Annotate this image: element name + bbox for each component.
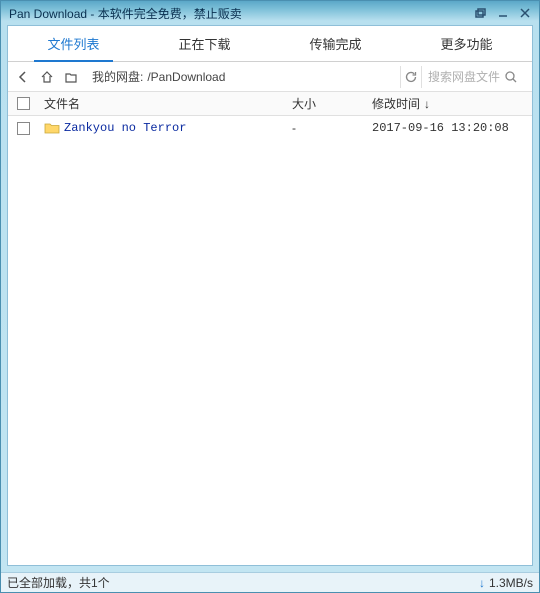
row-name-cell: Zankyou no Terror — [38, 121, 292, 135]
download-arrow-icon: ↓ — [479, 576, 485, 590]
titlebar[interactable]: Pan Download - 本软件完全免费，禁止贩卖 — [1, 1, 539, 25]
speed-value: 1.3MB/s — [489, 576, 533, 590]
sort-desc-icon: ↓ — [424, 97, 430, 111]
row-time: 2017-09-16 13:20:08 — [372, 121, 532, 135]
row-size: - — [292, 121, 372, 135]
select-all-checkbox[interactable] — [17, 97, 30, 110]
search-icon[interactable] — [502, 68, 520, 86]
header-checkbox-cell — [8, 97, 38, 110]
tab-downloading[interactable]: 正在下载 — [139, 26, 270, 61]
row-name[interactable]: Zankyou no Terror — [64, 121, 186, 135]
table-header: 文件名 大小 修改时间 ↓ — [8, 92, 532, 116]
back-button[interactable] — [12, 66, 34, 88]
column-header-name[interactable]: 文件名 — [38, 95, 292, 112]
path-label: 我的网盘: — [92, 68, 143, 85]
column-header-time[interactable]: 修改时间 ↓ — [372, 95, 532, 112]
table-row[interactable]: Zankyou no Terror - 2017-09-16 13:20:08 — [8, 116, 532, 140]
status-text: 已全部加载，共1个 — [7, 574, 479, 591]
search-wrap — [424, 68, 528, 86]
status-speed: ↓ 1.3MB/s — [479, 576, 533, 590]
close-button[interactable] — [515, 5, 535, 21]
path-value: /PanDownload — [147, 70, 225, 84]
refresh-button[interactable] — [400, 66, 422, 88]
titlebar-text: Pan Download - 本软件完全免费，禁止贩卖 — [5, 5, 471, 22]
table-body: Zankyou no Terror - 2017-09-16 13:20:08 — [8, 116, 532, 565]
column-header-size[interactable]: 大小 — [292, 95, 372, 112]
home-button[interactable] — [36, 66, 58, 88]
app-window: Pan Download - 本软件完全免费，禁止贩卖 文件列表 正在下载 传输… — [0, 0, 540, 593]
folder-button[interactable] — [60, 66, 82, 88]
search-input[interactable] — [424, 70, 502, 84]
tab-file-list[interactable]: 文件列表 — [8, 26, 139, 61]
titlebar-controls — [471, 5, 535, 21]
toolbar: 我的网盘: /PanDownload — [8, 62, 532, 92]
row-checkbox-cell — [8, 122, 38, 135]
minimize-button[interactable] — [493, 5, 513, 21]
folder-icon — [44, 121, 60, 135]
content-area: 文件列表 正在下载 传输完成 更多功能 我的网盘: /PanDownload — [7, 25, 533, 566]
tab-bar: 文件列表 正在下载 传输完成 更多功能 — [8, 26, 532, 62]
tab-more[interactable]: 更多功能 — [401, 26, 532, 61]
row-checkbox[interactable] — [17, 122, 30, 135]
restore-button[interactable] — [471, 5, 491, 21]
tab-completed[interactable]: 传输完成 — [270, 26, 401, 61]
column-header-time-label: 修改时间 — [372, 95, 420, 112]
statusbar: 已全部加载，共1个 ↓ 1.3MB/s — [1, 572, 539, 592]
